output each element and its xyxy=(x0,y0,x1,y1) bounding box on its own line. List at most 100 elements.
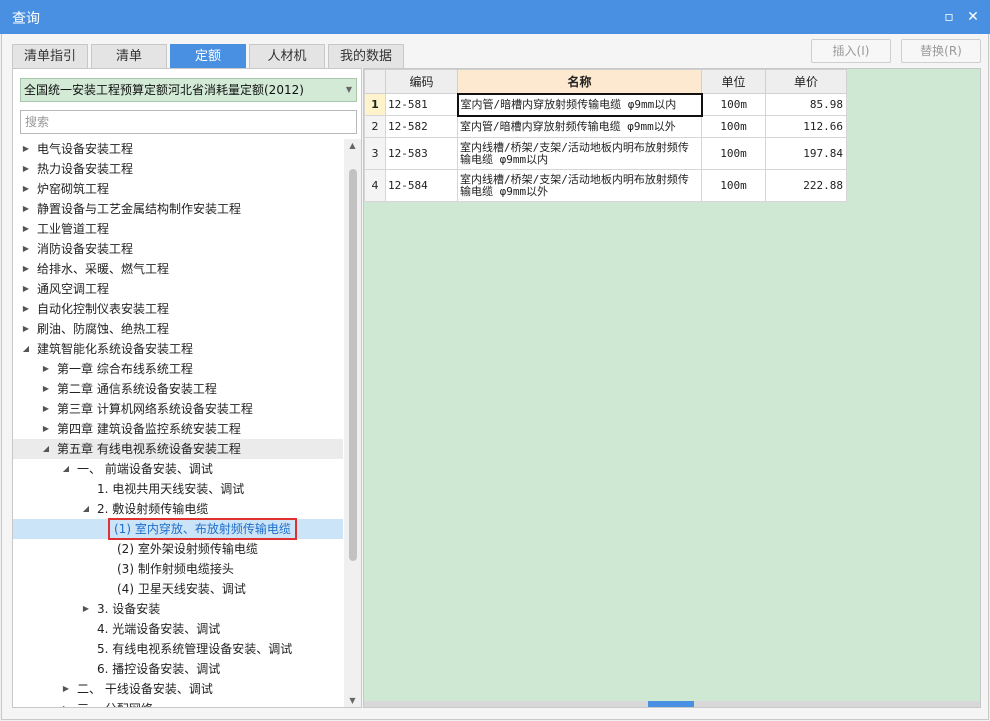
tree-item[interactable]: 1. 电视共用天线安装、调试 xyxy=(13,479,343,499)
tree-expand-icon[interactable]: ▶ xyxy=(41,419,51,439)
tree-expand-icon[interactable]: ▶ xyxy=(41,399,51,419)
price-cell[interactable]: 85.98 xyxy=(765,93,847,116)
tree-item[interactable]: ◢ 2. 敷设射频传输电缆 xyxy=(13,499,343,519)
tree-item[interactable]: (3) 制作射频电缆接头 xyxy=(13,559,343,579)
price-cell[interactable]: 197.84 xyxy=(765,137,847,170)
replace-button[interactable]: 替换(R) xyxy=(901,39,981,63)
tree-item[interactable]: (4) 卫星天线安装、调试 xyxy=(13,579,343,599)
tree-expand-icon[interactable]: ▶ xyxy=(21,199,31,219)
scrollbar-thumb[interactable] xyxy=(349,169,357,561)
price-cell[interactable]: 222.88 xyxy=(765,169,847,202)
tree-item-label: 消防设备安装工程 xyxy=(37,242,134,256)
tree-expand-icon[interactable]: ▶ xyxy=(41,359,51,379)
tree-item[interactable]: ▶ 第四章 建筑设备监控系统安装工程 xyxy=(13,419,343,439)
tree-item[interactable]: 6. 播控设备安装、调试 xyxy=(13,659,343,679)
column-header-unit[interactable]: 单位 xyxy=(701,69,766,94)
search-input[interactable] xyxy=(20,110,357,134)
tree-item-label: 第一章 综合布线系统工程 xyxy=(57,362,193,376)
quota-book-select[interactable]: 全国统一安装工程预算定额河北省消耗量定额(2012) ▼ xyxy=(20,78,357,102)
tree-collapse-icon[interactable]: ◢ xyxy=(21,339,31,359)
tree-item[interactable]: ▶ 给排水、采暖、燃气工程 xyxy=(13,259,343,279)
tab-labor-material[interactable]: 人材机 xyxy=(249,44,325,68)
tree-item[interactable]: ▶ 电气设备安装工程 xyxy=(13,139,343,159)
table-row[interactable]: 4 12-584 室内线槽/桥架/支架/活动地板内明布放射频传输电缆 φ9mm以外 1… xyxy=(364,169,847,202)
tree-expand-icon[interactable]: ▶ xyxy=(21,219,31,239)
grid-horizontal-scrollbar[interactable] xyxy=(364,701,980,707)
code-cell[interactable]: 12-583 xyxy=(385,137,458,170)
column-header-name[interactable]: 名称 xyxy=(457,69,702,94)
price-cell[interactable]: 112.66 xyxy=(765,115,847,138)
quota-grid-panel: 编码 名称 单位 单价 1 12-581 室内管/暗槽内穿放射频传输电缆 φ9mm以… xyxy=(363,68,981,708)
tree-collapse-icon[interactable]: ◢ xyxy=(41,439,51,459)
tree-item[interactable]: ▶ 第一章 综合布线系统工程 xyxy=(13,359,343,379)
tree-item[interactable]: 4. 光端设备安装、调试 xyxy=(13,619,343,639)
unit-cell[interactable]: 100m xyxy=(701,115,766,138)
tree-item[interactable]: ▶ 刷油、防腐蚀、绝热工程 xyxy=(13,319,343,339)
tree-expand-icon[interactable]: ▶ xyxy=(21,179,31,199)
tree-item[interactable]: ▶ 自动化控制仪表安装工程 xyxy=(13,299,343,319)
tree-expand-icon[interactable]: ▶ xyxy=(21,139,31,159)
tree-item[interactable]: ▶ 第二章 通信系统设备安装工程 xyxy=(13,379,343,399)
column-header-code[interactable]: 编码 xyxy=(385,69,458,94)
unit-cell[interactable]: 100m xyxy=(701,169,766,202)
tree-expand-icon[interactable]: ▶ xyxy=(21,159,31,179)
tree-expand-icon[interactable]: ▶ xyxy=(41,379,51,399)
close-icon[interactable]: ✕ xyxy=(964,8,982,26)
tree-item[interactable]: ◢ 第五章 有线电视系统设备安装工程 xyxy=(13,439,343,459)
tree-item[interactable]: ◢ 建筑智能化系统设备安装工程 xyxy=(13,339,343,359)
scroll-down-icon[interactable]: ▼ xyxy=(347,696,358,705)
tab-my-data[interactable]: 我的数据 xyxy=(328,44,404,68)
tree-item[interactable]: ▶ 消防设备安装工程 xyxy=(13,239,343,259)
name-cell[interactable]: 室内线槽/桥架/支架/活动地板内明布放射频传输电缆 φ9mm以外 xyxy=(457,169,702,202)
tree-expand-icon[interactable]: ▶ xyxy=(21,239,31,259)
tree-expand-icon[interactable]: ▶ xyxy=(21,319,31,339)
row-number-cell[interactable]: 2 xyxy=(364,115,386,138)
tree-item[interactable]: (2) 室外架设射频传输电缆 xyxy=(13,539,343,559)
tree-expand-icon[interactable]: ▶ xyxy=(61,679,71,699)
name-cell[interactable]: 室内线槽/桥架/支架/活动地板内明布放射频传输电缆 φ9mm以内 xyxy=(457,137,702,170)
tree-item[interactable]: ◢ 一、 前端设备安装、调试 xyxy=(13,459,343,479)
tree-expand-icon[interactable]: ▶ xyxy=(21,279,31,299)
tree-item-selected[interactable]: (1) 室内穿放、布放射频传输电缆 xyxy=(13,518,343,540)
insert-button[interactable]: 插入(I) xyxy=(811,39,891,63)
tree-item[interactable]: ▶ 工业管道工程 xyxy=(13,219,343,239)
code-cell[interactable]: 12-582 xyxy=(385,115,458,138)
scroll-up-icon[interactable]: ▲ xyxy=(347,141,358,150)
row-number-cell[interactable]: 4 xyxy=(364,169,386,202)
row-number-cell[interactable]: 3 xyxy=(364,137,386,170)
quota-tree-panel: 全国统一安装工程预算定额河北省消耗量定额(2012) ▼ ▶ 电气设备安装工程 ▶ 热… xyxy=(12,68,362,708)
tab-quota[interactable]: 定额 xyxy=(170,44,246,68)
table-row[interactable]: 2 12-582 室内管/暗槽内穿放射频传输电缆 φ9mm以外 100m 112.66 xyxy=(364,115,847,138)
unit-cell[interactable]: 100m xyxy=(701,93,766,116)
code-cell[interactable]: 12-584 xyxy=(385,169,458,202)
tree-item[interactable]: ▶ 热力设备安装工程 xyxy=(13,159,343,179)
code-cell[interactable]: 12-581 xyxy=(385,93,458,116)
tree-collapse-icon[interactable]: ◢ xyxy=(81,499,91,519)
tree-expand-icon[interactable]: ▶ xyxy=(21,259,31,279)
tree-expand-icon[interactable]: ▶ xyxy=(21,299,31,319)
row-number-cell[interactable]: 1 xyxy=(364,93,386,116)
tree-item[interactable]: ▶ 三、 分配网络 xyxy=(13,699,343,707)
table-row[interactable]: 1 12-581 室内管/暗槽内穿放射频传输电缆 φ9mm以内 100m 85.98 xyxy=(364,92,847,117)
tree-expand-icon[interactable]: ▶ xyxy=(61,699,71,707)
name-cell[interactable]: 室内管/暗槽内穿放射频传输电缆 φ9mm以外 xyxy=(457,115,702,138)
table-row[interactable]: 3 12-583 室内线槽/桥架/支架/活动地板内明布放射频传输电缆 φ9mm以内 1… xyxy=(364,137,847,170)
tab-list-guide[interactable]: 清单指引 xyxy=(12,44,88,68)
scrollbar-thumb[interactable] xyxy=(648,701,694,707)
tree-item[interactable]: ▶ 第三章 计算机网络系统设备安装工程 xyxy=(13,399,343,419)
tree-item[interactable]: ▶ 3. 设备安装 xyxy=(13,599,343,619)
unit-cell[interactable]: 100m xyxy=(701,137,766,170)
name-cell[interactable]: 室内管/暗槽内穿放射频传输电缆 φ9mm以内 xyxy=(456,92,703,117)
tree-item[interactable]: ▶ 通风空调工程 xyxy=(13,279,343,299)
tree-expand-icon[interactable]: ▶ xyxy=(81,599,91,619)
tree-item[interactable]: ▶ 二、 干线设备安装、调试 xyxy=(13,679,343,699)
tree-scrollbar[interactable]: ▲ ▼ xyxy=(344,139,361,707)
tree-collapse-icon[interactable]: ◢ xyxy=(61,459,71,479)
tree-item[interactable]: 5. 有线电视系统管理设备安装、调试 xyxy=(13,639,343,659)
maximize-icon[interactable]: ▫ xyxy=(940,8,958,26)
column-header-price[interactable]: 单价 xyxy=(765,69,847,94)
tab-list[interactable]: 清单 xyxy=(91,44,167,68)
tree-item-label: 第二章 通信系统设备安装工程 xyxy=(57,382,217,396)
tree-item[interactable]: ▶ 静置设备与工艺金属结构制作安装工程 xyxy=(13,199,343,219)
tree-item[interactable]: ▶ 炉窑砌筑工程 xyxy=(13,179,343,199)
